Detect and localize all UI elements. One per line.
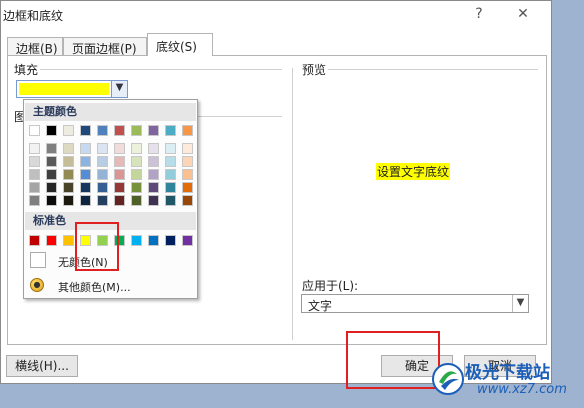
theme-shade-swatch[interactable] <box>131 143 142 154</box>
theme-shade-swatch[interactable] <box>63 169 74 180</box>
horizontal-line-button[interactable]: 横线(H)... <box>6 355 78 377</box>
theme-shade-swatch[interactable] <box>46 195 57 206</box>
theme-shade-swatch[interactable] <box>63 182 74 193</box>
tab-shading[interactable]: 底纹(S) <box>147 33 213 56</box>
theme-shade-swatch[interactable] <box>165 195 176 206</box>
theme-shade-swatch[interactable] <box>131 156 142 167</box>
standard-color-swatch[interactable] <box>182 235 193 246</box>
theme-shade-swatch[interactable] <box>148 169 159 180</box>
theme-shade-swatch[interactable] <box>97 169 108 180</box>
pattern-separator <box>198 116 282 117</box>
more-colors-option[interactable]: 其他颜色(M)... <box>58 279 131 295</box>
theme-shade-swatch[interactable] <box>148 182 159 193</box>
title-bar: 边框和底纹 ? ✕ <box>1 1 551 29</box>
theme-shade-swatch[interactable] <box>46 143 57 154</box>
watermark-text: 极光下载站 <box>465 363 550 383</box>
theme-color-swatch[interactable] <box>29 125 40 136</box>
theme-shade-swatch[interactable] <box>29 195 40 206</box>
theme-shade-swatch[interactable] <box>148 195 159 206</box>
apply-to-select[interactable]: 文字 ▼ <box>301 294 529 313</box>
theme-shade-swatch[interactable] <box>29 169 40 180</box>
theme-shade-swatch[interactable] <box>182 195 193 206</box>
theme-color-swatch[interactable] <box>131 125 142 136</box>
theme-shade-swatch[interactable] <box>182 182 193 193</box>
theme-shade-swatch[interactable] <box>63 156 74 167</box>
theme-shade-swatch[interactable] <box>165 156 176 167</box>
theme-color-swatch[interactable] <box>46 125 57 136</box>
standard-color-swatch[interactable] <box>63 235 74 246</box>
theme-shade-swatch[interactable] <box>114 156 125 167</box>
theme-color-swatch[interactable] <box>165 125 176 136</box>
theme-shade-swatch[interactable] <box>131 182 142 193</box>
theme-shade-swatch[interactable] <box>80 182 91 193</box>
theme-colors-header: 主题颜色 <box>25 103 196 121</box>
theme-shade-swatch[interactable] <box>46 182 57 193</box>
theme-shade-swatch[interactable] <box>165 182 176 193</box>
highlight-box-ok <box>346 331 440 389</box>
theme-shade-swatch[interactable] <box>97 182 108 193</box>
fill-color-swatch <box>19 83 109 95</box>
standard-color-swatch[interactable] <box>29 235 40 246</box>
theme-shade-swatch[interactable] <box>165 143 176 154</box>
theme-color-swatch[interactable] <box>97 125 108 136</box>
palette-icon: ● <box>30 278 44 292</box>
fill-label: 填充 <box>14 63 39 77</box>
standard-color-swatch[interactable] <box>148 235 159 246</box>
chevron-down-icon[interactable]: ▼ <box>111 81 127 97</box>
theme-shade-swatch[interactable] <box>80 195 91 206</box>
theme-shade-swatch[interactable] <box>114 143 125 154</box>
theme-shade-swatch[interactable] <box>165 169 176 180</box>
tab-borders[interactable]: 边框(B) <box>7 37 63 56</box>
theme-shade-swatch[interactable] <box>46 169 57 180</box>
standard-color-swatch[interactable] <box>46 235 57 246</box>
theme-shade-swatch[interactable] <box>148 143 159 154</box>
theme-shade-swatch[interactable] <box>97 156 108 167</box>
apply-to-value: 文字 <box>308 299 333 313</box>
theme-color-swatch[interactable] <box>148 125 159 136</box>
preview-sample-text: 设置文字底纹 <box>376 163 451 180</box>
close-icon[interactable]: ✕ <box>511 4 535 24</box>
theme-shade-swatch[interactable] <box>97 143 108 154</box>
preview-divider <box>292 68 293 340</box>
theme-shade-swatch[interactable] <box>46 156 57 167</box>
fill-color-dropdown[interactable]: ▼ <box>16 80 128 98</box>
theme-shade-swatch[interactable] <box>97 195 108 206</box>
theme-shade-swatch[interactable] <box>29 182 40 193</box>
theme-shade-swatch[interactable] <box>131 195 142 206</box>
theme-shade-swatch[interactable] <box>182 143 193 154</box>
theme-shade-swatch[interactable] <box>29 156 40 167</box>
watermark-logo: 极光下载站 www.xz7.com <box>431 356 584 406</box>
theme-shade-swatch[interactable] <box>63 143 74 154</box>
theme-shade-swatch[interactable] <box>182 156 193 167</box>
no-color-swatch[interactable] <box>30 252 46 268</box>
theme-shade-swatch[interactable] <box>29 143 40 154</box>
standard-color-swatch[interactable] <box>131 235 142 246</box>
dialog-title: 边框和底纹 <box>3 9 64 23</box>
chevron-down-icon[interactable]: ▼ <box>512 295 528 312</box>
highlight-box-yellow <box>75 222 119 271</box>
theme-shade-swatch[interactable] <box>114 169 125 180</box>
standard-color-swatch[interactable] <box>165 235 176 246</box>
theme-shade-swatch[interactable] <box>114 195 125 206</box>
tab-page-border[interactable]: 页面边框(P) <box>63 37 147 56</box>
theme-shade-swatch[interactable] <box>182 169 193 180</box>
theme-color-swatch[interactable] <box>80 125 91 136</box>
theme-shade-swatch[interactable] <box>131 169 142 180</box>
theme-shade-swatch[interactable] <box>148 156 159 167</box>
theme-color-swatch[interactable] <box>63 125 74 136</box>
fill-separator <box>40 69 282 70</box>
watermark-url: www.xz7.com <box>477 382 567 397</box>
theme-color-swatch[interactable] <box>182 125 193 136</box>
help-button[interactable]: ? <box>467 4 491 24</box>
preview-label: 预览 <box>302 63 327 77</box>
theme-shade-swatch[interactable] <box>80 169 91 180</box>
aurora-logo-icon <box>432 363 464 395</box>
theme-shade-swatch[interactable] <box>80 143 91 154</box>
theme-color-swatch[interactable] <box>114 125 125 136</box>
theme-shade-swatch[interactable] <box>114 182 125 193</box>
theme-shade-swatch[interactable] <box>80 156 91 167</box>
theme-shade-swatch[interactable] <box>63 195 74 206</box>
apply-to-label: 应用于(L): <box>302 279 359 293</box>
preview-separator <box>328 69 538 70</box>
